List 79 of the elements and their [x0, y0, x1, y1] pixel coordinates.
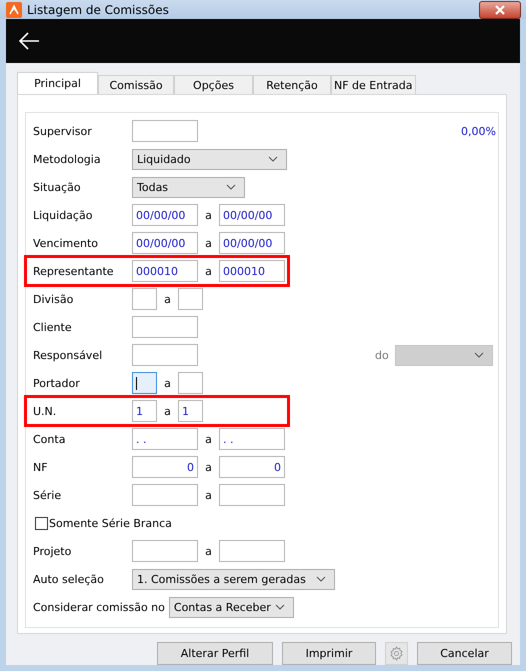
range-separator: a: [163, 376, 172, 390]
range-separator: a: [163, 292, 172, 306]
input-field[interactable]: . .: [132, 428, 198, 450]
range-separator: a: [204, 488, 213, 502]
app-icon: [6, 2, 22, 18]
input-field[interactable]: [132, 372, 157, 394]
window-title: Listagem de Comissões: [27, 2, 170, 16]
settings-button[interactable]: [385, 642, 408, 665]
close-button[interactable]: [479, 0, 521, 18]
input-field[interactable]: 1: [178, 400, 203, 422]
tab[interactable]: Comissão: [98, 75, 174, 94]
field-label: Portador: [33, 376, 81, 390]
caret-icon: [474, 352, 484, 358]
range-separator: a: [163, 404, 172, 418]
field-label: Projeto: [33, 544, 72, 558]
action-button[interactable]: Cancelar: [417, 642, 512, 665]
input-field[interactable]: [132, 484, 198, 506]
caret-icon: [316, 576, 326, 582]
checkbox-label: Somente Série Branca: [49, 516, 172, 530]
checkbox[interactable]: [35, 516, 48, 530]
range-separator: a: [204, 544, 213, 558]
input-field[interactable]: 0: [132, 456, 198, 478]
field-label: Considerar comissão no: [33, 600, 166, 614]
field-label: Liquidação: [33, 208, 94, 222]
input-field[interactable]: [219, 540, 285, 562]
input-field[interactable]: . .: [219, 428, 285, 450]
dropdown[interactable]: Todas: [132, 176, 245, 198]
tab[interactable]: Principal: [17, 72, 98, 94]
field-label: do: [375, 348, 389, 362]
caret-icon: [268, 156, 278, 162]
tab[interactable]: Opções: [174, 75, 253, 94]
field-label: Série: [33, 488, 62, 502]
caret-icon: [274, 604, 285, 610]
range-separator: a: [204, 432, 213, 446]
input-field[interactable]: 00/00/00: [219, 232, 285, 254]
tab[interactable]: Retenção: [253, 75, 331, 94]
back-arrow-icon: [18, 32, 40, 50]
dropdown[interactable]: Contas a Receber: [168, 596, 294, 618]
field-label: Metodologia: [33, 152, 102, 166]
input-field[interactable]: 00/00/00: [132, 204, 198, 226]
dropdown[interactable]: 1. Comissões a serem geradas: [132, 568, 335, 590]
percent-value: 0,00%: [461, 124, 496, 138]
field-label: Responsável: [33, 348, 104, 362]
input-field[interactable]: [132, 344, 198, 366]
field-label: Conta: [33, 432, 66, 446]
back-button[interactable]: [18, 32, 40, 50]
range-separator: a: [204, 460, 213, 474]
field-label: Representante: [33, 264, 115, 278]
action-button[interactable]: Imprimir: [282, 642, 376, 665]
input-field[interactable]: [178, 372, 203, 394]
input-field[interactable]: [132, 316, 198, 338]
field-label: Situação: [33, 180, 82, 194]
tab[interactable]: NF de Entrada: [331, 75, 416, 94]
range-separator: a: [204, 264, 213, 278]
action-button[interactable]: Alterar Perfil: [157, 642, 273, 665]
field-label: Auto seleção: [33, 572, 105, 586]
input-field[interactable]: 000010: [132, 260, 198, 282]
input-field[interactable]: [132, 288, 157, 310]
input-field[interactable]: [219, 484, 285, 506]
caret-icon: [226, 184, 236, 190]
close-icon: [494, 4, 506, 14]
dropdown[interactable]: Liquidado: [132, 148, 287, 170]
field-label: NF: [33, 460, 49, 474]
field-label: U.N.: [33, 404, 58, 418]
input-field[interactable]: 00/00/00: [219, 204, 285, 226]
settings-icon: [389, 646, 404, 661]
input-field[interactable]: 1: [132, 400, 157, 422]
input-field[interactable]: [178, 288, 203, 310]
input-field[interactable]: 000010: [219, 260, 285, 282]
range-separator: a: [204, 208, 213, 222]
range-separator: a: [204, 236, 213, 250]
field-label: Divisão: [33, 292, 74, 306]
input-field[interactable]: 0: [219, 456, 285, 478]
input-field[interactable]: [132, 120, 198, 142]
field-label: Vencimento: [33, 236, 100, 250]
field-label: Cliente: [33, 320, 73, 334]
input-field[interactable]: 00/00/00: [132, 232, 198, 254]
input-field[interactable]: [132, 540, 198, 562]
field-label: Supervisor: [33, 124, 93, 138]
